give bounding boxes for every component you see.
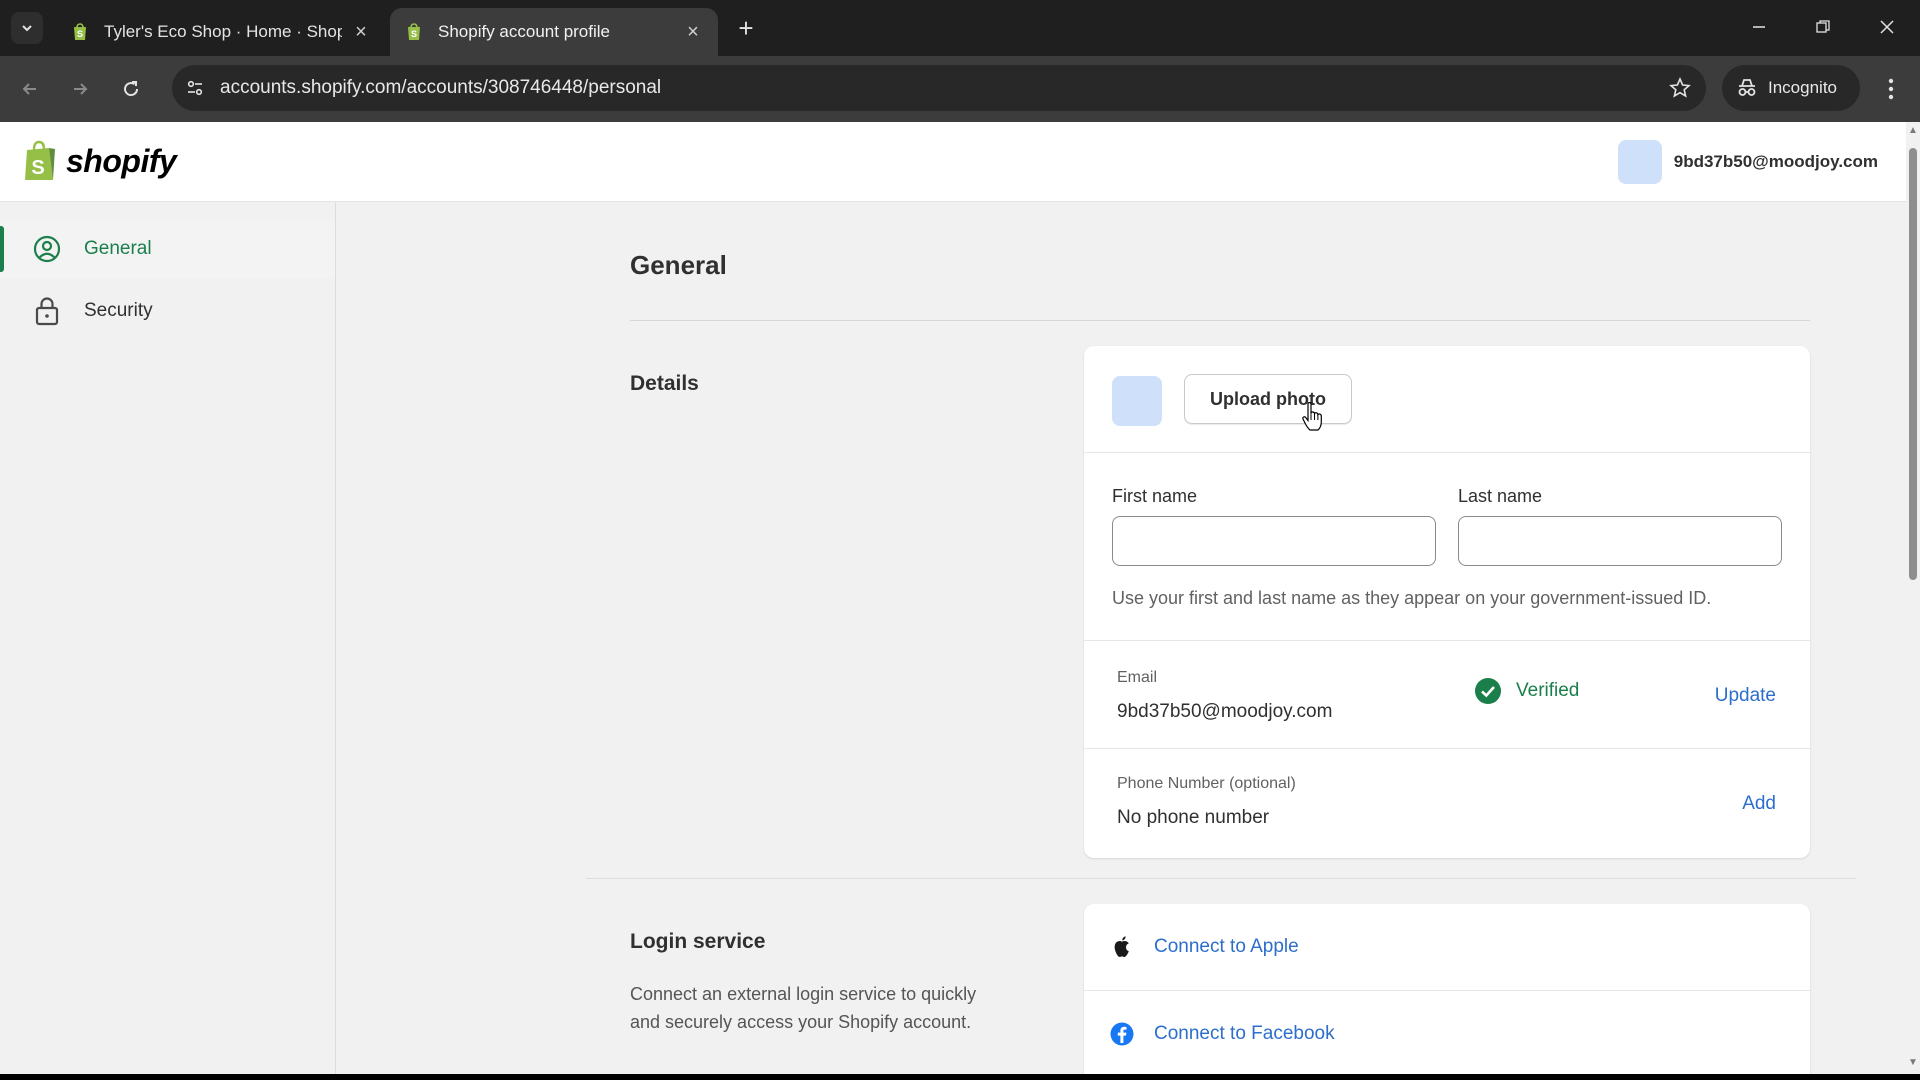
apple-icon xyxy=(1110,935,1134,959)
browser-tab-shop-home[interactable]: S Tyler's Eco Shop · Home · Shopify × xyxy=(56,8,386,56)
facebook-icon xyxy=(1110,1022,1134,1046)
login-service-description: Connect an external login service to qui… xyxy=(630,984,977,1032)
upload-photo-button[interactable]: Upload photo xyxy=(1184,374,1352,424)
user-circle-icon xyxy=(32,234,62,264)
email-row: Email 9bd37b50@moodjoy.com Verified Upda… xyxy=(1084,640,1810,748)
page-scrollbar[interactable]: ▲ ▼ xyxy=(1906,122,1920,1074)
add-phone-link[interactable]: Add xyxy=(1742,793,1776,815)
bookmark-star-icon[interactable] xyxy=(1668,76,1692,105)
phone-label: Phone Number (optional) xyxy=(1117,775,1296,792)
incognito-icon xyxy=(1738,79,1756,96)
chevron-down-icon xyxy=(22,25,32,32)
reload-icon[interactable] xyxy=(114,72,148,106)
shopify-logo[interactable]: S shopify xyxy=(22,140,177,182)
first-name-label: First name xyxy=(1112,486,1198,506)
check-circle-icon xyxy=(1475,678,1501,704)
photo-row: Upload photo xyxy=(1084,346,1810,453)
shopify-favicon-icon: S xyxy=(408,23,420,40)
tab-title: Shopify account profile xyxy=(438,22,610,41)
svg-text:S: S xyxy=(77,29,83,39)
back-arrow-icon[interactable] xyxy=(13,72,47,106)
details-section-label: Details xyxy=(630,372,699,395)
logo-wordmark: shopify xyxy=(66,142,177,179)
page-title: General xyxy=(630,250,727,280)
phone-value: No phone number xyxy=(1117,807,1270,828)
sidebar-item-security[interactable]: Security xyxy=(0,282,335,340)
hand-pointer-cursor-icon xyxy=(1302,402,1322,431)
connect-facebook-link[interactable]: Connect to Facebook xyxy=(1154,1023,1335,1045)
svg-text:S: S xyxy=(411,29,417,39)
verified-label: Verified xyxy=(1516,680,1580,701)
shopify-bag-icon: S xyxy=(25,140,55,180)
browser-tab-account-profile[interactable]: S Shopify account profile × xyxy=(390,8,718,56)
divider xyxy=(630,320,1810,321)
sidebar: General Security xyxy=(0,202,336,1074)
incognito-indicator[interactable]: Incognito xyxy=(1722,65,1860,111)
new-tab-button[interactable]: + xyxy=(730,12,762,44)
login-service-card: Connect to Apple Connect to Facebook xyxy=(1084,904,1810,1074)
shopify-favicon-icon: S xyxy=(74,23,86,40)
address-bar[interactable]: accounts.shopify.com/accounts/308746448/… xyxy=(172,65,1706,111)
lock-icon xyxy=(32,296,62,326)
sidebar-item-label: Security xyxy=(84,300,153,321)
phone-row: Phone Number (optional) No phone number … xyxy=(1084,748,1810,858)
login-service-section-label: Login service xyxy=(630,930,766,953)
scrollbar-thumb[interactable] xyxy=(1909,148,1917,580)
scroll-down-icon[interactable]: ▼ xyxy=(1908,1058,1918,1068)
sidebar-item-label: General xyxy=(84,238,152,259)
svg-text:S: S xyxy=(31,157,44,179)
close-window-icon[interactable] xyxy=(1864,10,1910,44)
browser-tab-bar: S Tyler's Eco Shop · Home · Shopify × S … xyxy=(0,0,1920,56)
last-name-field[interactable] xyxy=(1458,516,1782,566)
site-settings-icon[interactable] xyxy=(180,73,210,103)
close-tab-icon[interactable]: × xyxy=(350,21,372,43)
details-card: Upload photo First name Last name Use yo… xyxy=(1084,346,1810,858)
forward-arrow-icon[interactable] xyxy=(63,72,97,106)
first-name-field[interactable] xyxy=(1112,516,1436,566)
connect-facebook-row[interactable]: Connect to Facebook xyxy=(1084,990,1810,1074)
account-email: 9bd37b50@moodjoy.com xyxy=(1673,152,1878,171)
app-header: S shopify 9bd37b50@moodjoy.com xyxy=(0,122,1906,202)
connect-apple-row[interactable]: Connect to Apple xyxy=(1084,904,1810,990)
email-value: 9bd37b50@moodjoy.com xyxy=(1117,701,1333,722)
account-menu[interactable]: 9bd37b50@moodjoy.com xyxy=(1617,140,1878,184)
last-name-label: Last name xyxy=(1458,486,1543,506)
update-email-link[interactable]: Update xyxy=(1715,685,1776,707)
avatar xyxy=(1617,140,1662,184)
sidebar-item-general[interactable]: General xyxy=(0,220,335,278)
section-divider xyxy=(586,878,1856,879)
email-label: Email xyxy=(1117,669,1158,686)
restore-window-icon[interactable] xyxy=(1800,10,1846,44)
name-help-text: Use your first and last name as they app… xyxy=(1112,588,1712,608)
connect-apple-link[interactable]: Connect to Apple xyxy=(1154,936,1299,958)
close-tab-icon[interactable]: × xyxy=(682,21,704,43)
page-viewport: S shopify 9bd37b50@moodjoy.com General S… xyxy=(0,122,1906,1074)
main-content: General Details Upload photo First name … xyxy=(336,202,1906,1074)
tab-search-button[interactable] xyxy=(11,12,43,44)
incognito-label: Incognito xyxy=(1768,78,1837,97)
tab-title: Tyler's Eco Shop · Home · Shopify xyxy=(104,22,342,41)
browser-menu-icon[interactable] xyxy=(1876,72,1906,106)
profile-photo-placeholder xyxy=(1112,376,1162,426)
scroll-up-icon[interactable]: ▲ xyxy=(1908,126,1918,136)
url-text: accounts.shopify.com/accounts/308746448/… xyxy=(220,77,662,98)
minimize-window-icon[interactable] xyxy=(1736,10,1782,44)
browser-toolbar: accounts.shopify.com/accounts/308746448/… xyxy=(0,56,1920,122)
verified-badge: Verified xyxy=(1474,677,1579,705)
